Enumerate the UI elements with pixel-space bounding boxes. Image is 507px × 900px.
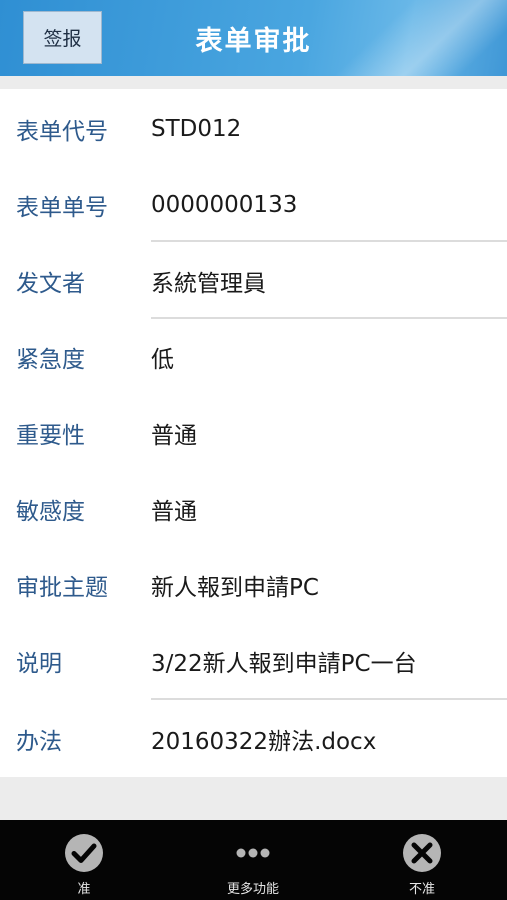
field-label: 表单单号 <box>16 195 108 221</box>
approve-label: 准 <box>77 882 91 897</box>
app-header: 表单审批 签报 <box>0 0 507 76</box>
field-description: 说明 3/22新人報到申請PC一台 <box>0 623 507 699</box>
field-label: 发文者 <box>16 271 85 297</box>
field-label: 审批主题 <box>16 575 108 601</box>
field-sensitivity: 敏感度 普通 <box>0 471 507 547</box>
field-value: 低 <box>151 347 174 373</box>
more-functions-label: 更多功能 <box>226 882 279 897</box>
check-circle-icon <box>65 834 103 872</box>
more-dots-icon <box>236 848 270 858</box>
action-bar: 准 更多功能 不准 <box>0 820 507 900</box>
field-label: 敏感度 <box>16 499 85 525</box>
field-form-code: 表单代号 STD012 <box>0 91 507 167</box>
approval-form: 表单代号 STD012 表单单号 0000000133 发文者 系統管理員 紧急… <box>0 89 507 777</box>
field-value: 0000000133 <box>151 192 298 218</box>
field-value: STD012 <box>151 116 242 142</box>
field-value: 3/22新人報到申請PC一台 <box>151 651 417 677</box>
field-label: 表单代号 <box>16 119 108 145</box>
field-importance: 重要性 普通 <box>0 395 507 471</box>
field-label: 重要性 <box>16 423 85 449</box>
field-value: 系統管理員 <box>151 271 266 297</box>
field-attachment[interactable]: 办法 20160322辦法.docx <box>0 701 507 777</box>
reject-label: 不准 <box>408 882 435 897</box>
field-form-number: 表单单号 0000000133 <box>0 167 507 243</box>
field-value: 普通 <box>151 423 197 449</box>
x-circle-icon <box>403 834 441 872</box>
field-label: 办法 <box>16 729 62 755</box>
field-label: 说明 <box>16 651 62 677</box>
field-urgency: 紧急度 低 <box>0 319 507 395</box>
sign-button[interactable]: 签报 <box>23 11 102 64</box>
header-decoration <box>294 0 507 76</box>
field-sender: 发文者 系統管理員 <box>0 243 507 319</box>
divider <box>151 240 507 242</box>
field-label: 紧急度 <box>16 347 85 373</box>
attachment-link[interactable]: 20160322辦法.docx <box>151 722 376 756</box>
field-value: 普通 <box>151 499 197 525</box>
more-functions-button[interactable]: 更多功能 <box>188 820 318 900</box>
field-subject: 审批主题 新人報到申請PC <box>0 547 507 623</box>
field-value: 新人報到申請PC <box>151 575 319 601</box>
approve-button[interactable]: 准 <box>19 820 149 900</box>
divider <box>151 698 507 700</box>
reject-button[interactable]: 不准 <box>357 820 487 900</box>
